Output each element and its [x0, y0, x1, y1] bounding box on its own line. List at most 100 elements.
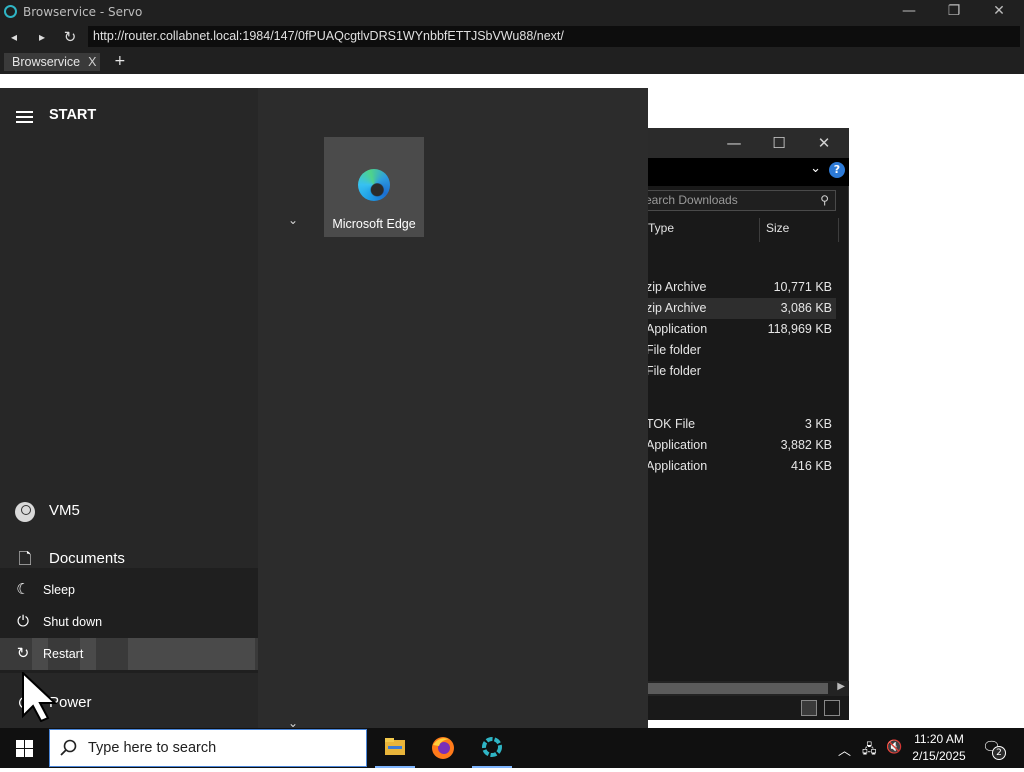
file-size: 3,882 KB	[780, 438, 832, 452]
user-avatar-icon	[15, 502, 35, 522]
explorer-close-button[interactable]: ✕	[809, 132, 839, 154]
servo-taskbar-button[interactable]	[468, 728, 516, 768]
explorer-status-bar	[648, 696, 849, 720]
start-tiles-area	[258, 88, 648, 728]
clock[interactable]: 11:20 AM 2/15/2025	[900, 731, 978, 765]
file-type: File folder	[646, 343, 701, 357]
window-title: Browservice - Servo	[23, 5, 143, 19]
file-row[interactable]: File folder	[646, 340, 836, 361]
column-divider[interactable]	[838, 218, 839, 242]
clock-date: 2/15/2025	[912, 749, 966, 763]
file-row[interactable]: TOK File 3 KB	[646, 414, 836, 435]
file-row[interactable]: Application 416 KB	[646, 456, 836, 477]
new-tab-button[interactable]: +	[114, 53, 126, 69]
restart-label: Restart	[43, 647, 84, 661]
file-explorer-taskbar-button[interactable]	[371, 728, 419, 768]
search-placeholder: Type here to search	[88, 740, 217, 756]
sleep-option[interactable]: ☾ Sleep	[0, 574, 258, 606]
file-row[interactable]: zip Archive 3,086 KB	[646, 298, 836, 319]
network-icon[interactable]: 🖧	[862, 740, 877, 762]
search-icon	[60, 739, 77, 756]
power-options-flyout: ☾ Sleep ⏻ Shut down ↻ Restart	[0, 568, 258, 673]
file-size: 10,771 KB	[773, 280, 832, 294]
clock-time: 11:20 AM	[914, 732, 964, 746]
tile-label: Microsoft Edge	[332, 217, 416, 231]
large-icons-view-icon[interactable]	[824, 700, 840, 716]
ribbon-expand-icon[interactable]: ⌄	[810, 161, 821, 176]
file-size: 416 KB	[790, 459, 832, 473]
firefox-icon	[432, 737, 454, 759]
explorer-ribbon: ⌄ ?	[648, 158, 849, 186]
search-icon: ⚲	[820, 193, 829, 207]
mouse-cursor-icon	[22, 672, 58, 722]
show-hidden-icons-chevron-icon[interactable]: ︿	[838, 740, 851, 759]
sleep-label: Sleep	[43, 583, 75, 597]
file-type: Application	[646, 438, 708, 452]
servo-logo-icon	[4, 5, 17, 18]
moon-icon: ☾	[16, 581, 30, 598]
microsoft-edge-tile[interactable]: Microsoft Edge	[324, 137, 424, 237]
reload-button[interactable]: ↻	[60, 27, 80, 47]
column-header-type[interactable]: Type	[648, 221, 674, 235]
file-size: 118,969 KB	[767, 322, 832, 336]
windows-start-button[interactable]	[0, 728, 48, 768]
file-explorer-icon	[385, 738, 405, 755]
close-button[interactable]: ✕	[976, 0, 1022, 24]
shut-down-label: Shut down	[43, 615, 103, 629]
start-header: START	[49, 107, 97, 123]
explorer-minimize-button[interactable]: —	[719, 132, 749, 154]
address-bar[interactable]: http://router.collabnet.local:1984/147/0…	[88, 26, 1020, 47]
hamburger-menu-icon[interactable]	[16, 111, 33, 123]
column-divider[interactable]	[759, 218, 760, 242]
file-type: zip Archive	[646, 301, 707, 315]
minimize-button[interactable]: —	[886, 0, 932, 24]
tab-browservice[interactable]: Browservice X	[4, 53, 101, 71]
help-icon[interactable]: ?	[829, 162, 845, 178]
file-type: TOK File	[646, 417, 696, 431]
start-menu-sidebar: START VM5 🗋 Documents ☾ Sleep ⏻ Shut dow…	[0, 88, 258, 728]
column-header-size[interactable]: Size	[766, 221, 789, 235]
notification-count-badge: 2	[992, 746, 1006, 760]
restart-option[interactable]: ↻ Restart	[0, 638, 258, 670]
user-name: VM5	[49, 502, 80, 519]
user-account-item[interactable]: VM5	[0, 495, 258, 529]
group-collapse-chevron-icon[interactable]: ⌄	[288, 213, 298, 227]
file-explorer-window: — ☐ ✕ ⌄ ? earch Downloads ⚲ Type Size zi…	[640, 128, 849, 720]
restart-icon: ↻	[16, 645, 30, 662]
file-row[interactable]: Application 3,882 KB	[646, 435, 836, 456]
file-size: 3 KB	[804, 417, 832, 431]
maximize-button[interactable]: ❐	[931, 0, 977, 24]
file-row[interactable]: File folder	[646, 361, 836, 382]
file-row[interactable]: Application 118,969 KB	[646, 319, 836, 340]
file-type: File folder	[646, 364, 701, 378]
file-row[interactable]: zip Archive 10,771 KB	[646, 277, 836, 298]
explorer-maximize-button[interactable]: ☐	[764, 132, 794, 154]
file-type: Application	[646, 459, 708, 473]
file-type: zip Archive	[646, 280, 707, 294]
horizontal-scrollbar[interactable]: ▶	[648, 681, 849, 696]
search-placeholder: earch Downloads	[645, 193, 738, 207]
document-icon: 🗋	[18, 551, 32, 568]
shut-down-option[interactable]: ⏻ Shut down	[0, 606, 258, 638]
edge-icon	[358, 169, 390, 201]
search-downloads-input[interactable]: earch Downloads ⚲	[640, 190, 836, 211]
start-menu: START VM5 🗋 Documents ☾ Sleep ⏻ Shut dow…	[0, 88, 648, 730]
tab-bar: Browservice X +	[0, 50, 1024, 74]
documents-label: Documents	[49, 550, 125, 567]
navigation-bar: ◂ ▸ ↻ http://router.collabnet.local:1984…	[0, 24, 1024, 50]
details-view-icon[interactable]	[801, 700, 817, 716]
tab-close-button[interactable]: X	[88, 55, 96, 69]
taskbar-search-box[interactable]: Type here to search	[49, 729, 367, 767]
taskbar: Type here to search ︿ 🖧 🔇 11:20 AM 2/15/…	[0, 728, 1024, 768]
tab-label: Browservice	[12, 55, 81, 69]
power-icon: ⏻	[17, 613, 29, 630]
scrollbar-thumb[interactable]	[648, 683, 828, 694]
back-button[interactable]: ◂	[4, 27, 24, 47]
file-type: Application	[646, 322, 708, 336]
file-size: 3,086 KB	[780, 301, 832, 315]
firefox-taskbar-button[interactable]	[419, 728, 467, 768]
action-center-button[interactable]: 🗨 2	[982, 738, 1006, 760]
windows-logo-icon	[16, 740, 24, 748]
scroll-right-icon[interactable]: ▶	[837, 681, 845, 692]
forward-button[interactable]: ▸	[32, 27, 52, 47]
